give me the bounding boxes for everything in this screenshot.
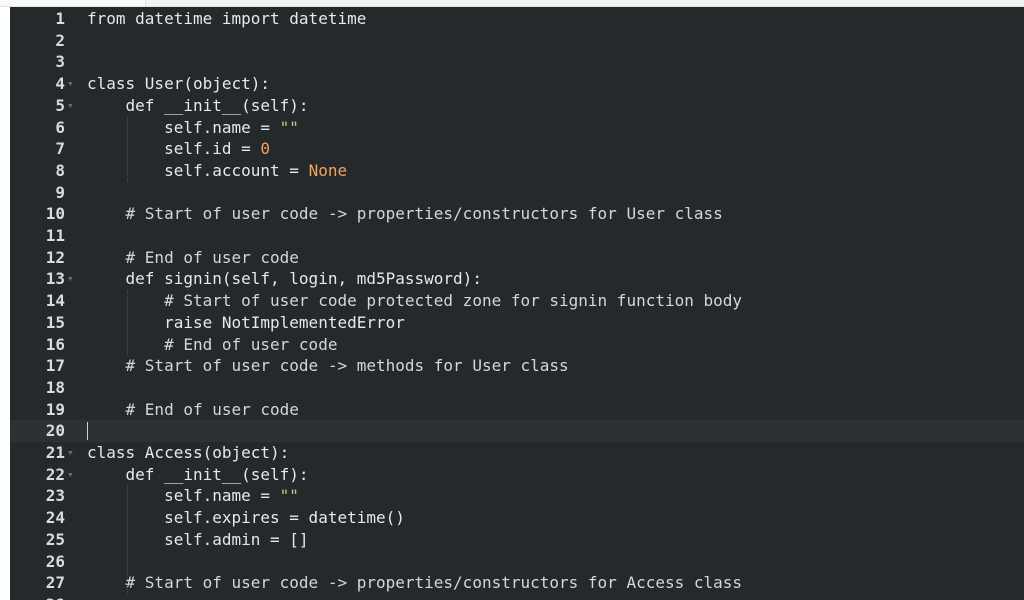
line-number: 17 xyxy=(45,356,65,376)
code-text: self.admin = [] xyxy=(87,529,309,549)
line-number: 19 xyxy=(45,399,65,419)
line-number: 22 xyxy=(45,464,65,484)
line-number: 8 xyxy=(55,160,65,180)
line-number: 10 xyxy=(45,204,65,224)
code-editor[interactable]: 1 from datetime import datetime 2 3 4 ▾ class … xyxy=(10,7,1024,600)
line-number: 25 xyxy=(45,529,65,549)
line-number: 16 xyxy=(45,334,65,354)
code-comment: # End of user code xyxy=(87,334,338,354)
code-line[interactable]: 2 xyxy=(10,30,1024,52)
code-line[interactable]: 11 xyxy=(10,225,1024,247)
code-line[interactable]: 12 # End of user code xyxy=(10,247,1024,269)
code-comment: # Start of user code -> methods for User… xyxy=(87,356,569,376)
code-comment: # End of user code xyxy=(87,399,299,419)
fold-arrow-icon[interactable]: ▾ xyxy=(67,95,77,117)
fold-arrow-icon[interactable]: ▾ xyxy=(67,464,77,486)
code-text: from datetime import datetime xyxy=(87,9,367,28)
code-line[interactable]: 1 from datetime import datetime xyxy=(10,8,1024,30)
indent-guide xyxy=(126,485,128,594)
code-line[interactable]: 8 self.account = None xyxy=(10,160,1024,182)
code-text: self.name = "" xyxy=(87,486,299,506)
code-line[interactable]: 13 ▾ def signin(self, login, md5Password)… xyxy=(10,268,1024,290)
code-text: def __init__(self): xyxy=(87,95,309,115)
line-number: 11 xyxy=(45,226,65,245)
code-comment: # Start of user code protected zone for … xyxy=(87,291,743,311)
fold-arrow-icon[interactable]: ▾ xyxy=(67,442,77,464)
code-text: def __init__(self): xyxy=(87,464,309,484)
code-text: self.expires = datetime() xyxy=(87,508,405,528)
code-line[interactable]: 7 self.id = 0 xyxy=(10,138,1024,160)
code-line[interactable]: 28 xyxy=(10,594,1024,600)
code-comment: # Start of user code -> properties/const… xyxy=(87,204,723,224)
line-number: 21 xyxy=(45,443,65,462)
code-line[interactable]: 6 self.name = "" xyxy=(10,117,1024,139)
line-number: 24 xyxy=(45,508,65,528)
line-number: 28 xyxy=(10,594,65,600)
code-text: self.id = 0 xyxy=(87,139,271,159)
line-number: 18 xyxy=(45,377,65,397)
line-number: 1 xyxy=(55,9,65,28)
code-text: def signin(self, login, md5Password): xyxy=(87,269,482,289)
line-number: 20 xyxy=(45,421,65,441)
code-line[interactable]: 18 xyxy=(10,377,1024,399)
code-line[interactable]: 24 self.expires = datetime() xyxy=(10,507,1024,529)
line-number: 23 xyxy=(45,486,65,506)
line-number: 15 xyxy=(45,312,65,332)
code-line[interactable]: 26 xyxy=(10,551,1024,573)
window: 1 from datetime import datetime 2 3 4 ▾ class … xyxy=(0,0,1024,600)
indent-guide xyxy=(126,290,128,356)
line-number: 26 xyxy=(45,551,65,571)
line-number: 12 xyxy=(45,247,65,267)
code-comment: # End of user code xyxy=(87,247,299,267)
code-line[interactable]: 21 ▾ class Access(object): xyxy=(10,442,1024,464)
code-line[interactable]: 22 ▾ def __init__(self): xyxy=(10,464,1024,486)
code-text: raise NotImplementedError xyxy=(87,312,405,332)
line-number: 2 xyxy=(55,30,65,50)
tab-strip-segment xyxy=(0,0,146,6)
code-line[interactable]: 3 xyxy=(10,51,1024,73)
code-line[interactable]: 10 # Start of user code -> properties/co… xyxy=(10,203,1024,225)
line-number: 14 xyxy=(45,291,65,311)
code-line[interactable]: 4 ▾ class User(object): xyxy=(10,73,1024,95)
code-line[interactable]: 17 # Start of user code -> methods for U… xyxy=(10,355,1024,377)
code-line[interactable]: 14 # Start of user code protected zone f… xyxy=(10,290,1024,312)
code-line[interactable]: 25 self.admin = [] xyxy=(10,529,1024,551)
fold-arrow-icon[interactable]: ▾ xyxy=(67,73,77,95)
line-number: 6 xyxy=(55,117,65,137)
line-number: 4 xyxy=(55,74,65,94)
code-text: class Access(object): xyxy=(87,443,290,462)
text-cursor xyxy=(87,422,88,441)
line-number: 5 xyxy=(55,95,65,115)
code-text: self.name = "" xyxy=(87,117,299,137)
fold-arrow-icon[interactable]: ▾ xyxy=(67,268,77,290)
code-line[interactable]: 27 # Start of user code -> properties/co… xyxy=(10,572,1024,594)
line-number: 27 xyxy=(45,573,65,593)
toolbar-strip xyxy=(0,0,1024,7)
code-line[interactable]: 23 self.name = "" xyxy=(10,485,1024,507)
code-line[interactable]: 19 # End of user code xyxy=(10,399,1024,421)
code-text: class User(object): xyxy=(87,74,271,94)
line-number: 13 xyxy=(45,269,65,289)
code-line[interactable]: 5 ▾ def __init__(self): xyxy=(10,95,1024,117)
line-number: 7 xyxy=(55,139,65,159)
code-line[interactable]: 20 xyxy=(10,420,1024,442)
indent-guide xyxy=(126,116,128,182)
line-number: 3 xyxy=(55,52,65,72)
code-line[interactable]: 9 xyxy=(10,182,1024,204)
code-comment: # Start of user code -> properties/const… xyxy=(87,573,743,593)
code-line[interactable]: 15 raise NotImplementedError xyxy=(10,312,1024,334)
code-line[interactable]: 16 # End of user code xyxy=(10,334,1024,356)
line-number: 9 xyxy=(55,182,65,202)
